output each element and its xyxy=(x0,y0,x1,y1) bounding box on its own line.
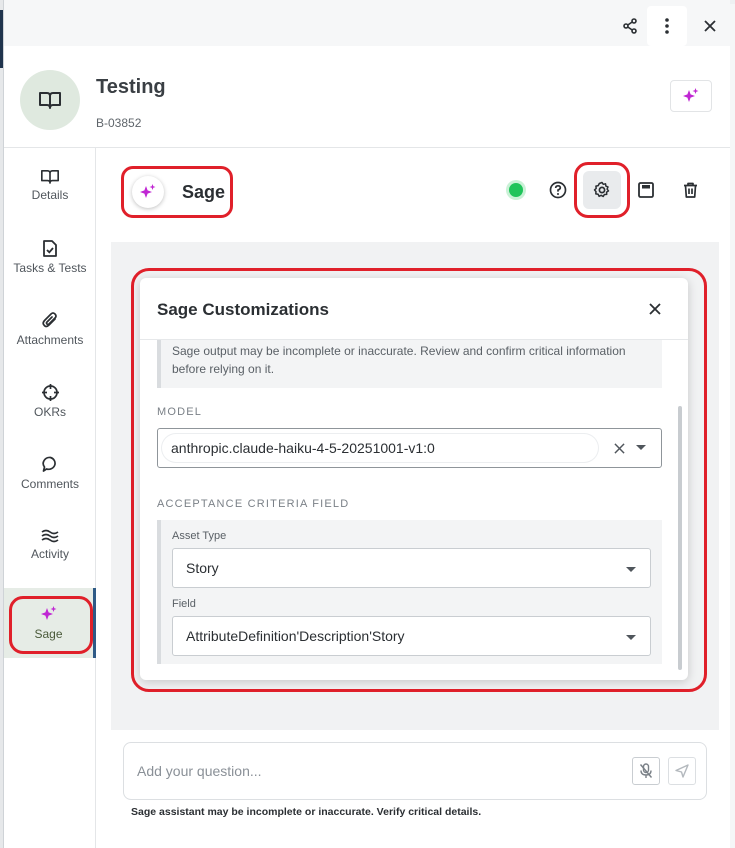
sage-customizations-dialog: Sage Customizations Sage output may be i… xyxy=(140,278,688,680)
close-icon xyxy=(613,442,625,454)
sage-title: Sage xyxy=(182,181,226,202)
close-icon xyxy=(704,20,716,32)
online-dot-icon xyxy=(509,183,523,197)
asset-type-label: Asset Type xyxy=(172,530,227,542)
help-button[interactable] xyxy=(544,176,572,204)
close-icon xyxy=(649,303,661,315)
model-selected-chip[interactable]: anthropic.claude-haiku-4-5-20251001-v1:0 xyxy=(162,434,598,462)
share-button[interactable] xyxy=(610,6,650,46)
dialog-close-button[interactable] xyxy=(642,296,668,322)
save-icon xyxy=(638,182,654,198)
sparkle-icon xyxy=(140,184,156,198)
settings-button[interactable] xyxy=(583,171,621,209)
share-icon xyxy=(623,18,637,34)
detail-panel: Testing B-03852 Details Tasks & Tests At… xyxy=(3,0,730,848)
dialog-title: Sage Customizations xyxy=(157,300,329,319)
sidebar-item-activity[interactable]: Activity xyxy=(4,512,96,578)
crosshair-icon xyxy=(41,383,59,401)
criteria-field-group: Asset Type Story Field AttributeDefiniti… xyxy=(157,520,662,664)
sidebar-item-label: Details xyxy=(31,187,69,202)
item-title: Testing xyxy=(96,76,166,98)
save-button[interactable] xyxy=(632,176,660,204)
help-circle-icon xyxy=(549,181,567,199)
model-select[interactable]: anthropic.claude-haiku-4-5-20251001-v1:0 xyxy=(157,428,662,468)
sage-disclaimer: Sage assistant may be incomplete or inac… xyxy=(131,806,482,818)
status-indicator xyxy=(502,176,530,204)
sparkle-icon xyxy=(683,88,699,102)
sidebar-item-label: Tasks & Tests xyxy=(13,260,87,275)
sidebar-item-label: Attachments xyxy=(16,332,84,347)
sidebar-item-okrs[interactable]: OKRs xyxy=(4,368,96,434)
field-select[interactable]: AttributeDefinition'Description'Story xyxy=(172,616,651,656)
chevron-down-icon[interactable] xyxy=(636,445,646,450)
sidebar-item-label: OKRs xyxy=(33,404,66,419)
send-icon xyxy=(675,764,689,778)
sidebar-nav: Details Tasks & Tests Attachments OKRs C… xyxy=(4,148,96,848)
sidebar-item-details[interactable]: Details xyxy=(4,152,96,218)
book-open-icon xyxy=(39,92,61,109)
speech-bubble-icon xyxy=(41,456,56,472)
header-sage-button[interactable] xyxy=(670,80,712,112)
book-open-icon xyxy=(41,169,59,184)
question-composer[interactable]: Add your question... xyxy=(123,742,707,800)
field-label: Field xyxy=(172,598,196,610)
question-input[interactable]: Add your question... xyxy=(137,763,262,779)
activity-waves-icon xyxy=(41,529,59,543)
item-header: Testing B-03852 xyxy=(4,46,730,148)
sidebar-item-tasks-tests[interactable]: Tasks & Tests xyxy=(4,224,96,290)
sidebar-item-comments[interactable]: Comments xyxy=(4,440,96,506)
file-check-icon xyxy=(43,239,57,257)
sidebar-item-attachments[interactable]: Attachments xyxy=(4,296,96,362)
ai-warning-notice: Sage output may be incomplete or inaccur… xyxy=(157,340,662,388)
close-panel-button[interactable] xyxy=(690,6,730,46)
settings-highlight xyxy=(574,162,630,218)
trash-icon xyxy=(683,182,697,198)
item-id: B-03852 xyxy=(96,116,142,130)
send-button[interactable] xyxy=(668,757,696,785)
model-section-label: MODEL xyxy=(157,406,203,418)
item-avatar xyxy=(20,70,80,130)
criteria-section-label: ACCEPTANCE CRITERIA FIELD xyxy=(157,498,350,510)
panel-topbar xyxy=(4,0,730,46)
dialog-scrollbar[interactable] xyxy=(678,406,682,670)
chevron-down-icon xyxy=(626,635,636,640)
asset-type-select[interactable]: Story xyxy=(172,548,651,588)
sage-nav-highlight xyxy=(9,596,93,654)
gear-icon xyxy=(593,181,610,198)
more-vertical-icon xyxy=(665,18,669,34)
field-value: AttributeDefinition'Description'Story xyxy=(186,628,405,644)
sage-panel: Sage Sage Customizations Sage output may… xyxy=(97,148,730,848)
sage-logo xyxy=(132,176,164,208)
paperclip-icon xyxy=(42,311,57,327)
chevron-down-icon xyxy=(626,567,636,572)
sidebar-item-label: Activity xyxy=(30,547,69,561)
delete-button[interactable] xyxy=(676,176,704,204)
more-options-button[interactable] xyxy=(647,6,687,46)
sage-title-highlight: Sage xyxy=(121,166,233,218)
clear-model-button[interactable] xyxy=(610,439,628,457)
mic-off-icon xyxy=(639,763,653,778)
sidebar-item-label: Comments xyxy=(20,476,79,491)
voice-input-button[interactable] xyxy=(632,757,660,785)
dialog-header: Sage Customizations xyxy=(140,278,688,340)
asset-type-value: Story xyxy=(186,560,219,576)
